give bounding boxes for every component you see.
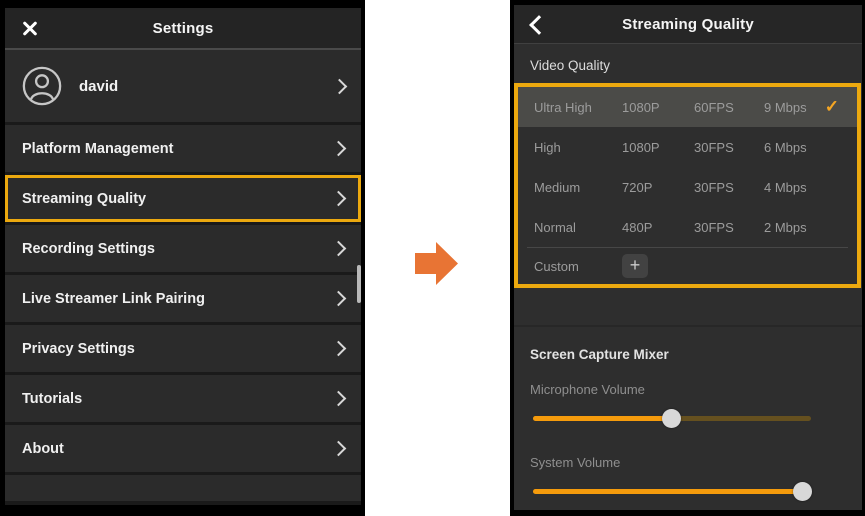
menu-item-label: Live Streamer Link Pairing <box>22 291 205 307</box>
sidebar-item-platform-management[interactable]: Platform Management <box>5 125 361 172</box>
menu-item-label: Tutorials <box>22 391 82 407</box>
user-name: david <box>79 78 118 95</box>
quality-bitrate: 9 Mbps <box>764 100 825 115</box>
quality-fps: 30FPS <box>694 180 764 195</box>
chevron-right-icon <box>331 441 347 457</box>
back-icon[interactable] <box>529 15 549 35</box>
slider-thumb[interactable] <box>793 482 812 501</box>
quality-option-high[interactable]: High 1080P 30FPS 6 Mbps <box>518 127 857 167</box>
chevron-right-icon <box>331 141 347 157</box>
menu-item-label: About <box>22 441 64 457</box>
slider-thumb[interactable] <box>662 409 681 428</box>
video-quality-table: Ultra High 1080P 60FPS 9 Mbps ✓ High 108… <box>514 83 861 288</box>
video-quality-section-label: Video Quality <box>514 44 862 83</box>
chevron-right-icon <box>332 78 348 94</box>
quality-resolution: 720P <box>622 180 694 195</box>
chevron-right-icon <box>331 341 347 357</box>
sidebar-item-recording-settings[interactable]: Recording Settings <box>5 225 361 272</box>
slider-fill <box>533 489 803 494</box>
sidebar-item-live-streamer-link-pairing[interactable]: Live Streamer Link Pairing <box>5 275 361 322</box>
settings-header: Settings <box>5 8 361 50</box>
quality-option-custom: Custom + <box>518 248 857 284</box>
chevron-right-icon <box>331 191 347 207</box>
quality-resolution: 1080P <box>622 100 694 115</box>
quality-name: Medium <box>534 180 622 195</box>
streaming-quality-screen: Streaming Quality Video Quality Ultra Hi… <box>510 0 865 516</box>
streaming-quality-body: Streaming Quality Video Quality Ultra Hi… <box>514 5 862 510</box>
quality-bitrate: 4 Mbps <box>764 180 857 195</box>
chevron-right-icon <box>331 391 347 407</box>
menu-item-label: Recording Settings <box>22 241 155 257</box>
quality-option-normal[interactable]: Normal 480P 30FPS 2 Mbps <box>518 207 857 247</box>
sidebar-item-streaming-quality[interactable]: Streaming Quality <box>5 175 361 222</box>
add-custom-quality-button[interactable]: + <box>622 254 648 278</box>
scrollbar-thumb[interactable] <box>357 265 361 303</box>
section-gap <box>514 288 862 327</box>
system-volume-slider[interactable] <box>533 481 811 502</box>
quality-resolution: 1080P <box>622 140 694 155</box>
quality-resolution: 480P <box>622 220 694 235</box>
chevron-right-icon <box>331 241 347 257</box>
streaming-quality-title: Streaming Quality <box>622 16 754 33</box>
quality-bitrate: 2 Mbps <box>764 220 857 235</box>
settings-screen: Settings david Platform Management Strea… <box>0 0 365 516</box>
quality-fps: 30FPS <box>694 220 764 235</box>
settings-title: Settings <box>153 20 214 37</box>
system-volume-label: System Volume <box>530 455 846 470</box>
menu-item-label: Privacy Settings <box>22 341 135 357</box>
partial-row <box>5 475 361 501</box>
slider-fill <box>533 416 672 421</box>
microphone-volume-label: Microphone Volume <box>530 382 846 397</box>
quality-bitrate: 6 Mbps <box>764 140 857 155</box>
quality-option-ultra-high[interactable]: Ultra High 1080P 60FPS 9 Mbps ✓ <box>518 87 857 127</box>
mixer-section-label: Screen Capture Mixer <box>530 347 846 362</box>
screen-capture-mixer-section: Screen Capture Mixer Microphone Volume S… <box>514 327 862 502</box>
quality-name: High <box>534 140 622 155</box>
quality-fps: 30FPS <box>694 140 764 155</box>
quality-name: Normal <box>534 220 622 235</box>
microphone-volume-slider[interactable] <box>533 408 811 429</box>
check-icon: ✓ <box>825 97 857 117</box>
settings-screen-body: Settings david Platform Management Strea… <box>5 8 361 505</box>
chevron-right-icon <box>331 291 347 307</box>
sidebar-item-tutorials[interactable]: Tutorials <box>5 375 361 422</box>
sidebar-item-privacy-settings[interactable]: Privacy Settings <box>5 325 361 372</box>
streaming-quality-header: Streaming Quality <box>514 5 862 44</box>
flow-arrow-icon <box>415 241 459 286</box>
menu-item-label: Streaming Quality <box>22 191 146 207</box>
custom-label: Custom <box>534 259 622 274</box>
sidebar-item-about[interactable]: About <box>5 425 361 472</box>
quality-fps: 60FPS <box>694 100 764 115</box>
user-profile-row[interactable]: david <box>5 50 361 122</box>
menu-item-label: Platform Management <box>22 141 173 157</box>
close-icon[interactable] <box>21 19 39 37</box>
quality-name: Ultra High <box>534 100 622 115</box>
user-avatar-icon <box>21 65 63 107</box>
quality-option-medium[interactable]: Medium 720P 30FPS 4 Mbps <box>518 167 857 207</box>
